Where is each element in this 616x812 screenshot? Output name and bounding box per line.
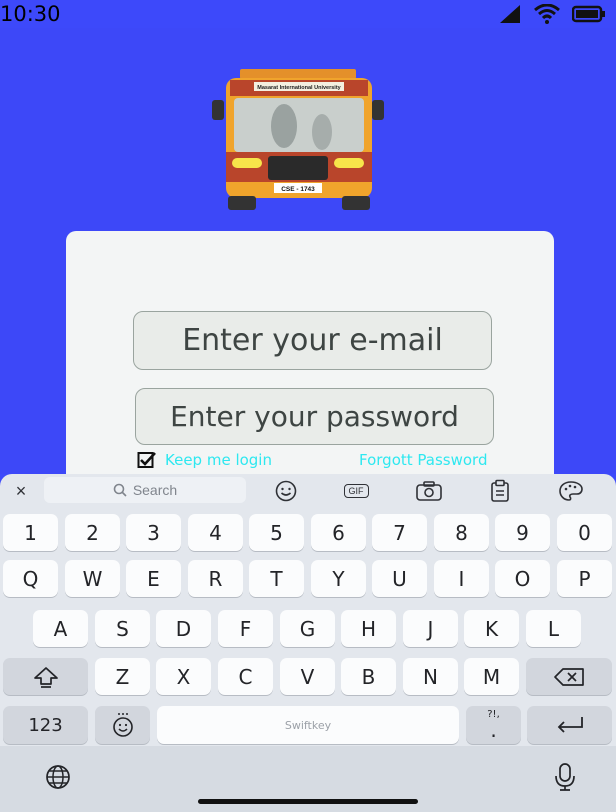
key-k[interactable]: K (464, 610, 519, 647)
status-bar: 10:30 (0, 0, 616, 28)
enter-key[interactable] (527, 706, 612, 744)
battery-icon (572, 5, 605, 23)
signal-icon (500, 5, 520, 23)
emoji-icon (112, 713, 133, 737)
home-indicator[interactable] (198, 799, 418, 804)
status-icons (498, 4, 606, 24)
backspace-key[interactable] (526, 658, 612, 695)
key-a[interactable]: A (33, 610, 88, 647)
bus-banner-text: Masarat International University (257, 85, 341, 91)
emoji-icon (275, 480, 297, 502)
key-s[interactable]: S (95, 610, 150, 647)
key-u[interactable]: U (372, 560, 427, 597)
theme-button[interactable] (556, 480, 586, 502)
key-g[interactable]: G (280, 610, 335, 647)
keep-login-label[interactable]: Keep me login (165, 451, 272, 469)
backspace-icon (554, 667, 584, 686)
key-w[interactable]: W (65, 560, 120, 597)
gif-icon: GIF (343, 484, 369, 498)
keyboard: × Search GIF 1 2 3 4 5 6 7 8 9 0 Q W E R… (0, 474, 616, 812)
globe-icon[interactable] (38, 763, 78, 791)
key-z[interactable]: Z (95, 658, 150, 695)
key-c[interactable]: C (218, 658, 273, 695)
key-q[interactable]: Q (3, 560, 58, 597)
emoji-button[interactable] (274, 480, 298, 502)
bus-logo: Masarat International University CSE - 1… (212, 69, 384, 210)
microphone-icon[interactable] (552, 762, 578, 792)
key-6[interactable]: 6 (311, 514, 366, 551)
close-toolbar-button[interactable]: × (10, 480, 32, 502)
camera-icon (416, 481, 442, 501)
space-brand-label: Swiftkey (284, 718, 332, 732)
key-r[interactable]: R (188, 560, 243, 597)
key-9[interactable]: 9 (495, 514, 550, 551)
bus-plate: CSE - 1743 (281, 186, 315, 193)
key-4[interactable]: 4 (188, 514, 243, 551)
password-field[interactable]: Enter your password (135, 388, 494, 445)
key-i[interactable]: I (434, 560, 489, 597)
keyboard-toolbar: × Search GIF (0, 474, 616, 508)
key-8[interactable]: 8 (434, 514, 489, 551)
key-o[interactable]: O (495, 560, 550, 597)
email-field[interactable]: Enter your e-mail (133, 311, 492, 370)
keep-login-option[interactable]: Keep me login (137, 451, 272, 469)
enter-icon (557, 717, 583, 733)
key-1[interactable]: 1 (3, 514, 58, 551)
clipboard-button[interactable] (487, 479, 513, 502)
key-e[interactable]: E (126, 560, 181, 597)
forgot-password-link[interactable]: Forgott Password (359, 451, 487, 469)
palette-icon (559, 481, 583, 501)
shift-key[interactable] (3, 658, 88, 695)
key-j[interactable]: J (403, 610, 458, 647)
camera-button[interactable] (414, 480, 444, 502)
emoji-key[interactable] (95, 706, 150, 744)
search-icon (113, 483, 127, 497)
punctuation-main-label: . (490, 718, 497, 742)
space-key[interactable]: Swiftkey (157, 706, 459, 744)
shift-icon (33, 666, 58, 688)
status-time: 10:30 (0, 2, 61, 26)
punctuation-key[interactable]: ?!, . (466, 706, 521, 744)
key-2[interactable]: 2 (65, 514, 120, 551)
key-7[interactable]: 7 (372, 514, 427, 551)
key-h[interactable]: H (341, 610, 396, 647)
key-d[interactable]: D (156, 610, 211, 647)
key-x[interactable]: X (156, 658, 211, 695)
keyboard-search-label: Search (132, 482, 178, 498)
checkbox-checked-icon[interactable] (137, 451, 157, 469)
key-5[interactable]: 5 (249, 514, 304, 551)
clipboard-icon (491, 479, 509, 502)
key-v[interactable]: V (280, 658, 335, 695)
key-b[interactable]: B (341, 658, 396, 695)
key-y[interactable]: Y (311, 560, 366, 597)
numbers-toggle-key[interactable]: 123 (3, 706, 88, 744)
key-3[interactable]: 3 (126, 514, 181, 551)
key-f[interactable]: F (218, 610, 273, 647)
wifi-icon (534, 4, 560, 24)
keyboard-search-button[interactable]: Search (44, 477, 246, 503)
key-n[interactable]: N (403, 658, 458, 695)
key-p[interactable]: P (557, 560, 612, 597)
gif-button[interactable]: GIF (341, 480, 371, 502)
key-m[interactable]: M (464, 658, 519, 695)
key-0[interactable]: 0 (557, 514, 612, 551)
key-t[interactable]: T (249, 560, 304, 597)
key-l[interactable]: L (526, 610, 581, 647)
